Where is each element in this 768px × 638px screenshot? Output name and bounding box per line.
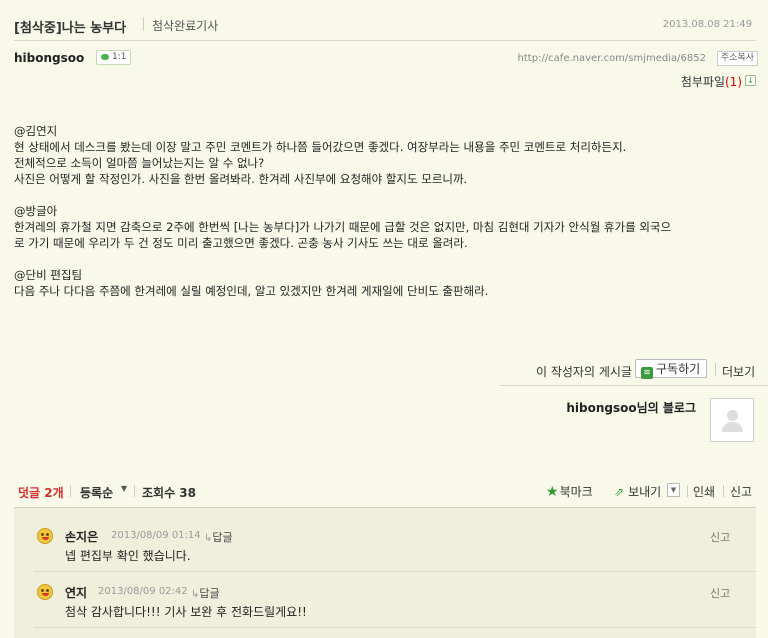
comment-date: 2013/08/09 02:42 bbox=[98, 586, 188, 597]
sort-dropdown[interactable]: 등록순 bbox=[80, 484, 113, 501]
divider bbox=[687, 485, 688, 497]
body-line: 로 가기 때문에 우리가 두 건 정도 미리 출고했으면 좋겠다. 곤충 농사 … bbox=[14, 236, 468, 250]
report-comment-button[interactable]: 신고 bbox=[710, 529, 730, 545]
comment-date: 2013/08/09 01:14 bbox=[111, 530, 201, 541]
body-line: 사진은 어떻게 할 작정인가. 사진을 한번 올려봐라. 한겨레 사진부에 요청… bbox=[14, 172, 468, 186]
comment-author[interactable]: 손지은 bbox=[65, 528, 98, 545]
smiley-avatar-icon bbox=[37, 528, 53, 544]
chat-chip-label: 1:1 bbox=[112, 52, 127, 62]
blog-name-link[interactable]: hibongsoo님의 블로그 bbox=[566, 399, 696, 416]
divider bbox=[134, 485, 135, 497]
body-line: @단비 편집팀 bbox=[14, 268, 83, 282]
smiley-avatar-icon bbox=[37, 584, 53, 600]
comment-list: 손지은 2013/08/09 01:14 ↳답글 신고 넵 편집부 확인 했습니… bbox=[14, 507, 756, 638]
body-line: @방글아 bbox=[14, 204, 58, 218]
bookmark-button[interactable]: ★북마크 bbox=[546, 483, 593, 500]
attachment-count: (1) bbox=[725, 75, 742, 89]
blog-avatar[interactable] bbox=[710, 398, 754, 442]
author-name[interactable]: hibongsoo bbox=[14, 51, 84, 65]
comment-author[interactable]: 연지 bbox=[65, 584, 87, 601]
chat-bubble-icon bbox=[101, 53, 109, 60]
comment-count-label[interactable]: 덧글 2개 bbox=[18, 484, 64, 501]
divider bbox=[715, 363, 716, 376]
attachment-link[interactable]: 첨부파일(1) bbox=[681, 73, 742, 90]
copy-url-button[interactable]: 주소복사 bbox=[716, 51, 758, 66]
comment-divider bbox=[34, 571, 756, 572]
send-label: 보내기 bbox=[628, 485, 662, 499]
star-icon: ★ bbox=[546, 484, 559, 500]
reply-label: 답글 bbox=[212, 531, 233, 544]
bookmark-label: 북마크 bbox=[559, 485, 593, 499]
subscribe-button[interactable]: ≋ 구독하기 bbox=[635, 359, 707, 379]
comment-text: 넵 편집부 확인 했습니다. bbox=[65, 549, 191, 563]
comment-divider bbox=[34, 627, 756, 628]
report-post-button[interactable]: 신고 bbox=[730, 483, 752, 500]
send-button[interactable]: ⇗ 보내기 bbox=[614, 483, 661, 500]
reply-button[interactable]: ↳답글 bbox=[191, 585, 220, 601]
post-url[interactable]: http://cafe.naver.com/smjmedia/6852 bbox=[518, 53, 706, 64]
download-arrow-icon[interactable]: ↓ bbox=[745, 75, 756, 86]
title-divider bbox=[143, 17, 144, 31]
body-line: 전체적으로 소득이 얼마쯤 늘어났는지는 알 수 없나? bbox=[14, 156, 265, 170]
report-comment-button[interactable]: 신고 bbox=[710, 585, 730, 601]
send-options-dropdown[interactable]: ▼ bbox=[667, 483, 680, 497]
post-title: [첨삭중]나는 농부다 bbox=[14, 21, 127, 36]
chevron-down-icon[interactable]: ▼ bbox=[121, 484, 127, 493]
author-posts-link[interactable]: 이 작성자의 게시글 bbox=[536, 363, 632, 380]
body-line: @김연지 bbox=[14, 124, 58, 138]
one-to-one-chat-button[interactable]: 1:1 bbox=[96, 50, 132, 65]
reply-label: 답글 bbox=[199, 587, 220, 600]
avatar-placeholder-icon bbox=[727, 410, 738, 421]
view-count: 조회수 38 bbox=[142, 486, 196, 500]
print-button[interactable]: 인쇄 bbox=[693, 483, 715, 500]
subscribe-label: 구독하기 bbox=[656, 362, 701, 376]
comment-text: 첨삭 감사합니다!!! 기사 보완 후 전화드릴게요!! bbox=[65, 605, 307, 619]
post-category-link[interactable]: 첨삭완료기사 bbox=[152, 17, 218, 34]
post-date: 2013.08.08 21:49 bbox=[662, 19, 752, 30]
divider bbox=[70, 485, 71, 497]
attachment-label: 첨부파일 bbox=[680, 75, 725, 89]
body-line: 한겨레의 휴가철 지면 감축으로 2주에 한번씩 [나는 농부다]가 나가기 때… bbox=[14, 220, 672, 234]
rss-icon: ≋ bbox=[641, 367, 653, 379]
reply-button[interactable]: ↳답글 bbox=[204, 529, 233, 545]
body-line: 다음 주나 다다음 주쯤에 한겨레에 실릴 예정인데, 알고 있겠지만 한겨레 … bbox=[14, 284, 489, 298]
body-line: 현 상태에서 데스크를 봤는데 이장 말고 주민 코멘트가 하나쯤 들어갔으면 … bbox=[14, 140, 627, 154]
divider bbox=[723, 485, 724, 497]
share-icon: ⇗ bbox=[614, 485, 625, 499]
header-divider bbox=[14, 40, 756, 41]
more-link[interactable]: 더보기 bbox=[722, 363, 755, 380]
blog-box-divider bbox=[500, 385, 768, 386]
